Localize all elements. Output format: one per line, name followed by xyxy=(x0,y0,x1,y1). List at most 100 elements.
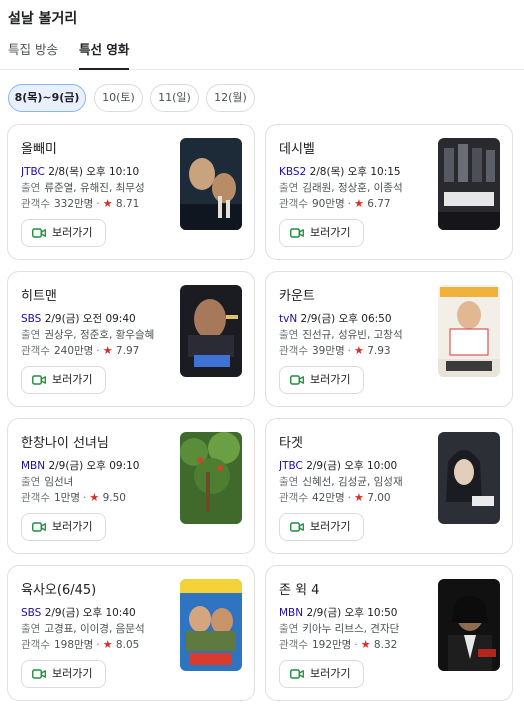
tab-special-movies[interactable]: 특선 영화 xyxy=(79,40,130,70)
movie-title[interactable]: 히트맨 xyxy=(21,285,57,304)
watch-button[interactable]: 보러가기 xyxy=(21,513,106,541)
movie-card[interactable]: 존 윅 4 MBN 2/9(금) 오후 10:50 출연 키아누 리브스, 견자단… xyxy=(265,565,513,701)
cast-info: 출연 고경표, 이이경, 음문석 xyxy=(21,622,169,636)
rating-value: 8.05 xyxy=(115,639,140,651)
movie-card[interactable]: 히트맨 SBS 2/9(금) 오전 09:40 출연 권상우, 정준호, 황우슬혜… xyxy=(7,271,255,407)
date-chip-10[interactable]: 10(토) xyxy=(94,84,143,112)
broadcast-info: MBN 2/9(금) 오후 10:50 xyxy=(279,606,427,620)
watch-button-label: 보러가기 xyxy=(310,373,351,386)
cast-info: 출연 키아누 리브스, 견자단 xyxy=(279,622,427,636)
cast-label: 출연 xyxy=(21,329,41,341)
movie-title[interactable]: 카운트 xyxy=(279,285,315,304)
broadcast-schedule: 2/9(금) 오전 09:40 xyxy=(44,313,136,325)
audience-rating: 관객수 42만명 · ★ 7.00 xyxy=(279,491,427,505)
channel-name[interactable]: KBS2 xyxy=(279,166,306,178)
broadcast-schedule: 2/9(금) 오후 10:00 xyxy=(306,460,398,472)
cast-label: 출연 xyxy=(279,476,299,488)
channel-name[interactable]: SBS xyxy=(21,313,41,325)
movie-card[interactable]: 타겟 JTBC 2/9(금) 오후 10:00 출연 신혜선, 김성균, 임성재 … xyxy=(265,418,513,554)
movie-poster[interactable] xyxy=(180,285,242,377)
star-icon: ★ xyxy=(354,197,364,210)
movie-poster[interactable] xyxy=(438,285,500,377)
broadcast-info: KBS2 2/8(목) 오후 10:15 xyxy=(279,165,427,179)
channel-name[interactable]: SBS xyxy=(21,607,41,619)
audience-count: 332만명 xyxy=(53,198,94,210)
channel-name[interactable]: MBN xyxy=(21,460,45,472)
audience-rating: 관객수 90만명 · ★ 6.77 xyxy=(279,197,427,211)
movie-card[interactable]: 카운트 tvN 2/9(금) 오후 06:50 출연 진선규, 성유빈, 고창석 … xyxy=(265,271,513,407)
video-camera-icon xyxy=(290,375,304,385)
movie-card[interactable]: 한창나이 선녀님 MBN 2/9(금) 오후 09:10 출연 임선녀 관객수 1만… xyxy=(7,418,255,554)
broadcast-schedule: 2/8(목) 오후 10:10 xyxy=(48,166,140,178)
audience-count: 240만명 xyxy=(53,345,94,357)
tab-special-broadcast[interactable]: 특집 방송 xyxy=(8,40,58,69)
tab-bar: 특집 방송 특선 영화 xyxy=(0,40,524,70)
cast-label: 출연 xyxy=(279,623,299,635)
cast-names: 진선규, 성유빈, 고창석 xyxy=(302,329,403,341)
rating-value: 6.77 xyxy=(367,198,391,210)
movie-title[interactable]: 올빼미 xyxy=(21,138,57,157)
rating-value: 8.32 xyxy=(373,639,398,651)
movie-poster[interactable] xyxy=(180,138,242,230)
separator-dot: · xyxy=(96,198,100,210)
watch-button[interactable]: 보러가기 xyxy=(21,660,106,688)
movie-title[interactable]: 타겟 xyxy=(279,432,303,451)
separator-dot: · xyxy=(96,639,100,651)
cast-names: 권상우, 정준호, 황우슬혜 xyxy=(44,329,155,341)
movie-poster[interactable] xyxy=(180,432,242,524)
video-camera-icon xyxy=(290,669,304,679)
audience-rating: 관객수 192만명 · ★ 8.32 xyxy=(279,638,427,652)
audience-label: 관객수 xyxy=(279,198,308,210)
movie-title[interactable]: 존 윅 4 xyxy=(279,579,319,598)
separator-dot: · xyxy=(96,345,100,357)
channel-name[interactable]: JTBC xyxy=(21,166,45,178)
movie-poster[interactable] xyxy=(438,138,500,230)
watch-button[interactable]: 보러가기 xyxy=(279,366,364,394)
movie-title[interactable]: 데시벨 xyxy=(279,138,315,157)
date-chip-8-9[interactable]: 8(목)~9(금) xyxy=(8,84,86,112)
movie-poster[interactable] xyxy=(438,579,500,671)
audience-count: 1만명 xyxy=(53,492,80,504)
video-camera-icon xyxy=(32,375,46,385)
audience-label: 관객수 xyxy=(279,345,308,357)
broadcast-schedule: 2/9(금) 오후 10:40 xyxy=(44,607,136,619)
audience-label: 관객수 xyxy=(279,639,308,651)
star-icon: ★ xyxy=(102,197,113,210)
separator-dot: · xyxy=(347,198,352,210)
movie-title[interactable]: 육사오(6/45) xyxy=(21,579,96,598)
channel-name[interactable]: tvN xyxy=(279,313,297,325)
broadcast-schedule: 2/9(금) 오후 06:50 xyxy=(300,313,392,325)
channel-name[interactable]: JTBC xyxy=(279,460,303,472)
cast-info: 출연 신혜선, 김성균, 임성재 xyxy=(279,475,427,489)
cast-info: 출연 임선녀 xyxy=(21,475,169,489)
cast-info: 출연 류준열, 유해진, 최무성 xyxy=(21,181,169,195)
star-icon: ★ xyxy=(354,491,364,504)
watch-button[interactable]: 보러가기 xyxy=(279,660,364,688)
audience-label: 관객수 xyxy=(21,198,50,210)
watch-button[interactable]: 보러가기 xyxy=(279,219,364,247)
movie-card[interactable]: 데시벨 KBS2 2/8(목) 오후 10:15 출연 김래원, 정상훈, 이종석… xyxy=(265,124,513,260)
movie-card[interactable]: 육사오(6/45) SBS 2/9(금) 오후 10:40 출연 고경표, 이이경… xyxy=(7,565,255,701)
movie-card[interactable]: 올빼미 JTBC 2/8(목) 오후 10:10 출연 류준열, 유해진, 최무성… xyxy=(7,124,255,260)
watch-button[interactable]: 보러가기 xyxy=(21,219,106,247)
movie-title[interactable]: 한창나이 선녀님 xyxy=(21,432,109,451)
cast-label: 출연 xyxy=(21,476,41,488)
date-chip-12[interactable]: 12(월) xyxy=(206,84,255,112)
audience-count: 192만명 xyxy=(311,639,352,651)
watch-button[interactable]: 보러가기 xyxy=(279,513,364,541)
audience-label: 관객수 xyxy=(21,639,50,651)
movie-poster[interactable] xyxy=(180,579,242,671)
video-camera-icon xyxy=(32,669,46,679)
broadcast-info: SBS 2/9(금) 오후 10:40 xyxy=(21,606,169,620)
watch-button[interactable]: 보러가기 xyxy=(21,366,106,394)
broadcast-info: MBN 2/9(금) 오후 09:10 xyxy=(21,459,169,473)
cast-label: 출연 xyxy=(21,623,41,635)
channel-name[interactable]: MBN xyxy=(279,607,303,619)
audience-label: 관객수 xyxy=(21,492,50,504)
rating-value: 9.50 xyxy=(102,492,126,504)
movie-poster[interactable] xyxy=(438,432,500,524)
date-chip-11[interactable]: 11(일) xyxy=(150,84,199,112)
rating-value: 7.97 xyxy=(115,345,140,357)
separator-dot: · xyxy=(83,492,87,504)
video-camera-icon xyxy=(290,522,304,532)
